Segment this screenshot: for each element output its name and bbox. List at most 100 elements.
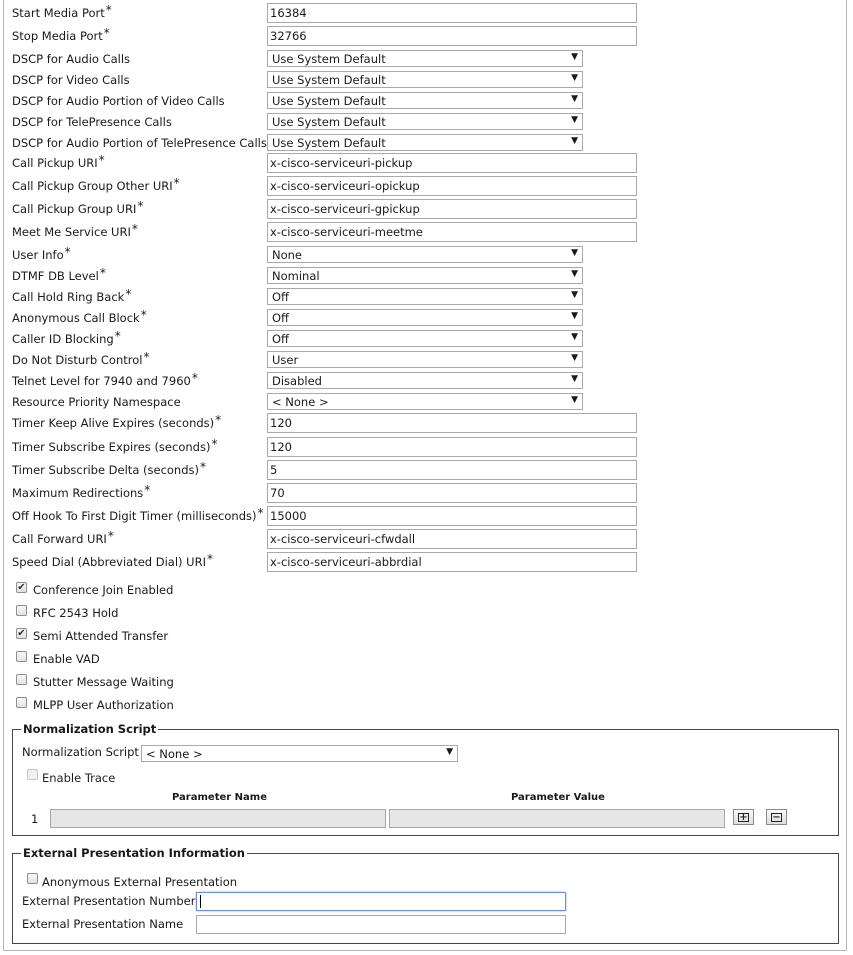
required-asterisk: *	[215, 413, 222, 427]
start-media-port-input[interactable]: 16384	[267, 3, 637, 23]
call-pickup-group-uri-label: Call Pickup Group URI*	[12, 199, 144, 216]
call-hold-ring-back-label-text: Call Hold Ring Back	[12, 290, 125, 304]
external-presentation-number-label: External Presentation Number	[22, 894, 196, 908]
call-forward-uri-row: Call Forward URI* x-cisco-serviceuri-cfwd…	[12, 529, 642, 549]
required-asterisk: *	[125, 287, 132, 301]
timer-keep-alive-expires-seconds-label-text: Timer Keep Alive Expires (seconds)	[12, 416, 215, 430]
mlpp-user-authorization-label: MLPP User Authorization	[33, 698, 174, 712]
call-forward-uri-label-text: Call Forward URI	[12, 532, 107, 546]
dscp-for-audio-portion-of-video-calls-select[interactable]: Use System Default ▼	[267, 92, 583, 109]
resource-priority-namespace-select[interactable]: < None > ▼	[267, 393, 583, 410]
call-hold-ring-back-select[interactable]: Off ▼	[267, 288, 583, 305]
external-presentation-name-label: External Presentation Name	[22, 917, 184, 931]
parameter-name-input[interactable]	[50, 809, 386, 828]
call-pickup-group-uri-input[interactable]: x-cisco-serviceuri-gpickup	[267, 199, 637, 219]
required-asterisk: *	[131, 222, 138, 236]
call-pickup-group-uri-label-text: Call Pickup Group URI	[12, 202, 137, 216]
parameter-value-header: Parameter Value	[511, 792, 605, 803]
dscp-for-telepresence-calls-select[interactable]: Use System Default ▼	[267, 113, 583, 130]
call-pickup-uri-input[interactable]: x-cisco-serviceuri-pickup	[267, 153, 637, 173]
dscp-for-telepresence-calls-label: DSCP for TelePresence Calls	[12, 115, 172, 129]
user-info-label-text: User Info	[12, 248, 64, 262]
required-asterisk: *	[140, 308, 147, 322]
external-presentation-name-input[interactable]	[196, 915, 566, 934]
dscp-for-video-calls-select[interactable]: Use System Default ▼	[267, 71, 583, 88]
meet-me-service-uri-label-text: Meet Me Service URI	[12, 225, 131, 239]
conference-join-enabled-checkbox[interactable]: ✔	[16, 582, 27, 593]
telnet-level-for-7940-and-7960-select-value: Disabled	[272, 374, 322, 388]
dscp-for-telepresence-calls-row: DSCP for TelePresence Calls Use System De…	[12, 112, 642, 132]
enable-vad-label: Enable VAD	[33, 652, 100, 666]
meet-me-service-uri-label: Meet Me Service URI*	[12, 222, 138, 239]
dscp-for-audio-portion-of-telepresence-calls-select[interactable]: Use System Default ▼	[267, 134, 583, 151]
required-asterisk: *	[143, 350, 150, 364]
call-forward-uri-input[interactable]: x-cisco-serviceuri-cfwdall	[267, 529, 637, 549]
call-pickup-group-other-uri-input[interactable]: x-cisco-serviceuri-opickup	[267, 176, 637, 196]
resource-priority-namespace-label-text: Resource Priority Namespace	[12, 395, 181, 409]
user-info-select-value: None	[272, 248, 303, 262]
resource-priority-namespace-row: Resource Priority Namespace < None > ▼	[12, 392, 642, 412]
timer-keep-alive-expires-seconds-input[interactable]: 120	[267, 413, 637, 433]
add-parameter-button[interactable]: +	[733, 809, 754, 825]
chevron-down-icon: ▼	[571, 52, 578, 62]
external-presentation-section: External Presentation Information Anonym…	[12, 846, 839, 944]
dscp-for-audio-portion-of-telepresence-calls-label-text: DSCP for Audio Portion of TelePresence C…	[12, 136, 267, 150]
enable-vad-checkbox[interactable]	[16, 651, 27, 662]
anonymous-call-block-select[interactable]: Off ▼	[267, 309, 583, 326]
stop-media-port-row: Stop Media Port* 32766	[12, 26, 642, 46]
required-asterisk: *	[99, 266, 106, 280]
anonymous-call-block-label-text: Anonymous Call Block	[12, 311, 140, 325]
speed-dial-abbreviated-dial-uri-input[interactable]: x-cisco-serviceuri-abbrdial	[267, 552, 637, 572]
do-not-disturb-control-select[interactable]: User ▼	[267, 351, 583, 368]
required-asterisk: *	[98, 153, 105, 167]
call-pickup-uri-row: Call Pickup URI* x-cisco-serviceuri-picku…	[12, 153, 642, 173]
timer-subscribe-delta-seconds-input[interactable]: 5	[267, 460, 637, 480]
dtmf-db-level-select[interactable]: Nominal ▼	[267, 267, 583, 284]
external-presentation-number-input[interactable]	[196, 892, 566, 911]
plus-icon: +	[738, 812, 749, 823]
dtmf-db-level-label-text: DTMF DB Level	[12, 269, 99, 283]
external-presentation-legend: External Presentation Information	[21, 846, 247, 860]
timer-subscribe-expires-seconds-input[interactable]: 120	[267, 437, 637, 457]
mlpp-user-authorization-row: MLPP User Authorization	[12, 695, 312, 715]
enable-trace-label: Enable Trace	[42, 771, 116, 785]
anonymous-call-block-row: Anonymous Call Block* Off ▼	[12, 308, 642, 328]
required-asterisk: *	[191, 371, 198, 385]
maximum-redirections-input[interactable]: 70	[267, 483, 637, 503]
parameter-name-header: Parameter Name	[172, 792, 267, 803]
dscp-for-audio-portion-of-video-calls-label: DSCP for Audio Portion of Video Calls	[12, 94, 225, 108]
stutter-message-waiting-label: Stutter Message Waiting	[33, 675, 174, 689]
meet-me-service-uri-input[interactable]: x-cisco-serviceuri-meetme	[267, 222, 637, 242]
dscp-for-audio-calls-select-value: Use System Default	[272, 52, 386, 66]
scrollbar-edge[interactable]	[849, 0, 853, 955]
conference-join-enabled-row: ✔ Conference Join Enabled	[12, 580, 312, 600]
normalization-script-select[interactable]: < None > ▼	[141, 745, 458, 762]
dscp-for-audio-calls-select[interactable]: Use System Default ▼	[267, 50, 583, 67]
stop-media-port-input[interactable]: 32766	[267, 26, 637, 46]
user-info-select[interactable]: None ▼	[267, 246, 583, 263]
parameter-value-input[interactable]	[389, 809, 725, 828]
required-asterisk: *	[173, 176, 180, 190]
caller-id-blocking-select[interactable]: Off ▼	[267, 330, 583, 347]
normalization-script-select-value: < None >	[146, 747, 203, 761]
telnet-level-for-7940-and-7960-select[interactable]: Disabled ▼	[267, 372, 583, 389]
required-asterisk: *	[103, 26, 110, 40]
required-asterisk: *	[200, 460, 206, 474]
required-asterisk: *	[137, 199, 144, 213]
chevron-down-icon: ▼	[571, 136, 578, 146]
chevron-down-icon: ▼	[571, 269, 578, 279]
semi-attended-transfer-row: ✔ Semi Attended Transfer	[12, 626, 312, 646]
rfc-2543-hold-checkbox[interactable]	[16, 605, 27, 616]
semi-attended-transfer-checkbox[interactable]: ✔	[16, 628, 27, 639]
stutter-message-waiting-checkbox[interactable]	[16, 674, 27, 685]
mlpp-user-authorization-checkbox[interactable]	[16, 697, 27, 708]
dscp-for-audio-portion-of-telepresence-calls-row: DSCP for Audio Portion of TelePresence C…	[12, 133, 642, 153]
checkmark-icon: ✔	[17, 628, 26, 639]
call-hold-ring-back-select-value: Off	[272, 290, 289, 304]
anonymous-external-presentation-checkbox[interactable]	[27, 873, 38, 884]
chevron-down-icon: ▼	[571, 248, 578, 258]
chevron-down-icon: ▼	[446, 747, 453, 757]
enable-trace-checkbox[interactable]	[27, 769, 38, 780]
off-hook-to-first-digit-timer-milliseconds-input[interactable]: 15000	[267, 506, 637, 526]
remove-parameter-button[interactable]: −	[766, 809, 787, 825]
